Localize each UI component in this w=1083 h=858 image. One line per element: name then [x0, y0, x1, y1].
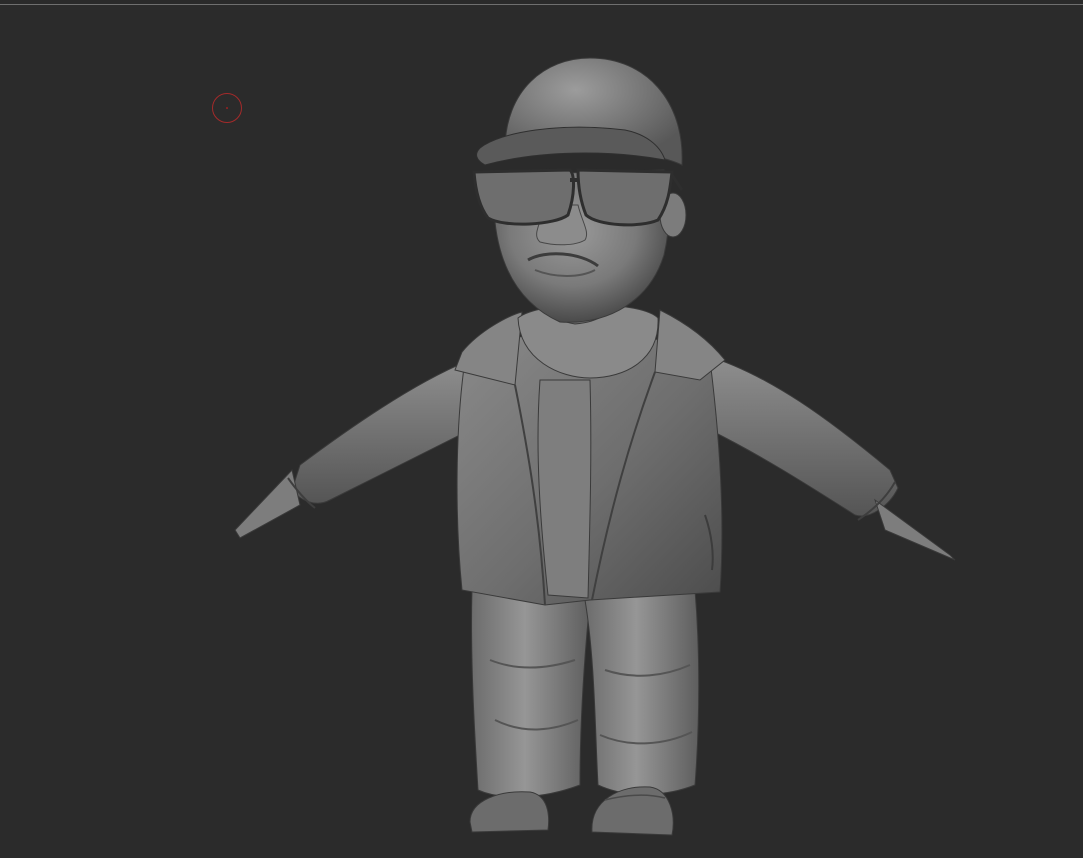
jacket: [454, 304, 726, 606]
clay-sculpt-model[interactable]: [0, 0, 1083, 858]
cap: [476, 57, 683, 166]
sculpt-viewport[interactable]: [0, 0, 1083, 858]
left-arm: [234, 359, 471, 539]
right-arm: [704, 354, 956, 561]
pants: [471, 589, 700, 798]
shoes: [469, 786, 674, 836]
